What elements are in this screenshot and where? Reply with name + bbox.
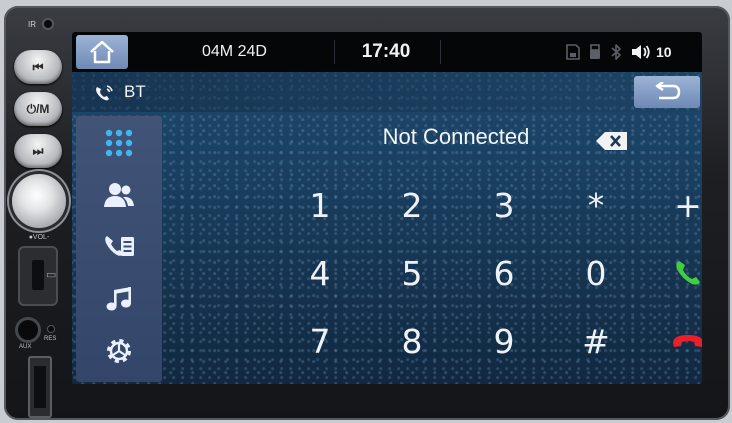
key-star[interactable]: * <box>566 182 626 228</box>
key-0[interactable]: 0 <box>566 250 626 296</box>
status-icons: 10 <box>566 32 672 72</box>
phone-call-icon <box>676 261 700 285</box>
sidebar-item-dialpad[interactable] <box>76 118 162 168</box>
divider <box>334 40 335 64</box>
key-5[interactable]: 5 <box>382 250 442 296</box>
usb-port-opening <box>34 366 46 408</box>
hardware-panel: IR ⏮ ⏻/M ⏭ ●VOL- ▭ AUX RES <box>4 6 72 420</box>
divider <box>440 40 441 64</box>
date-display: 04M 24D <box>202 43 267 60</box>
key-9[interactable]: 9 <box>474 318 534 364</box>
aux-jack <box>18 320 38 340</box>
key-2[interactable]: 2 <box>382 182 442 228</box>
dialpad-icon <box>105 129 133 157</box>
sidebar-item-contacts[interactable] <box>76 170 162 220</box>
home-button[interactable] <box>76 35 128 69</box>
key-plus[interactable]: + <box>658 182 702 228</box>
usb-port <box>28 356 52 418</box>
back-arrow-icon <box>655 82 681 100</box>
reset-label: RES <box>44 336 57 342</box>
status-bar: 04M 24D 17:40 10 <box>72 32 702 72</box>
key-6[interactable]: 6 <box>474 250 534 296</box>
ir-label: IR <box>28 20 36 29</box>
contacts-icon <box>104 183 134 207</box>
hangup-button[interactable] <box>658 318 702 364</box>
sd-card-slot[interactable]: ▭ <box>18 246 58 306</box>
speaker-icon <box>632 45 650 59</box>
sd-card-slot-opening <box>32 260 44 290</box>
reset-button[interactable] <box>48 326 54 332</box>
key-3[interactable]: 3 <box>474 182 534 228</box>
bt-label: BT <box>124 82 146 101</box>
phone-signal-icon <box>96 85 113 101</box>
key-4[interactable]: 4 <box>290 250 350 296</box>
phone-hangup-icon <box>673 335 702 347</box>
sidebar-item-music[interactable] <box>76 274 162 324</box>
connection-status: Not Connected <box>382 124 530 149</box>
clock-display: 17:40 <box>361 41 411 62</box>
sidebar <box>76 116 162 382</box>
bt-bar: BT <box>72 72 702 112</box>
volume-knob[interactable] <box>12 174 66 228</box>
touch-screen: 04M 24D 17:40 10 BT Not Connected 1 2 3 … <box>72 32 702 384</box>
key-8[interactable]: 8 <box>382 318 442 364</box>
back-button[interactable] <box>634 76 700 108</box>
key-hash[interactable]: # <box>566 318 626 364</box>
ir-sensor <box>44 20 52 28</box>
backspace-icon[interactable] <box>596 132 628 150</box>
bluetooth-icon <box>611 44 621 60</box>
aux-label: AUX <box>19 344 32 350</box>
settings-icon <box>107 339 131 363</box>
sd-card-icon <box>566 44 580 60</box>
sd-card-icon: ▭ <box>46 269 57 281</box>
call-log-icon <box>105 236 134 256</box>
usb-icon <box>590 44 600 59</box>
sidebar-item-call-log[interactable] <box>76 222 162 272</box>
home-icon <box>90 40 114 64</box>
call-button[interactable] <box>658 250 702 296</box>
sidebar-item-settings[interactable] <box>76 326 162 376</box>
power-mode-button[interactable]: ⏻/M <box>14 92 62 126</box>
volume-knob-label: ●VOL- <box>28 234 50 241</box>
next-track-button[interactable]: ⏭ <box>14 134 62 168</box>
prev-track-button[interactable]: ⏮ <box>14 50 62 84</box>
dialer-keypad: Not Connected 1 2 3 * + 4 5 6 0 7 8 9 # <box>166 116 702 382</box>
music-icon <box>106 287 131 311</box>
key-1[interactable]: 1 <box>290 182 350 228</box>
key-7[interactable]: 7 <box>290 318 350 364</box>
volume-level: 10 <box>656 44 672 60</box>
